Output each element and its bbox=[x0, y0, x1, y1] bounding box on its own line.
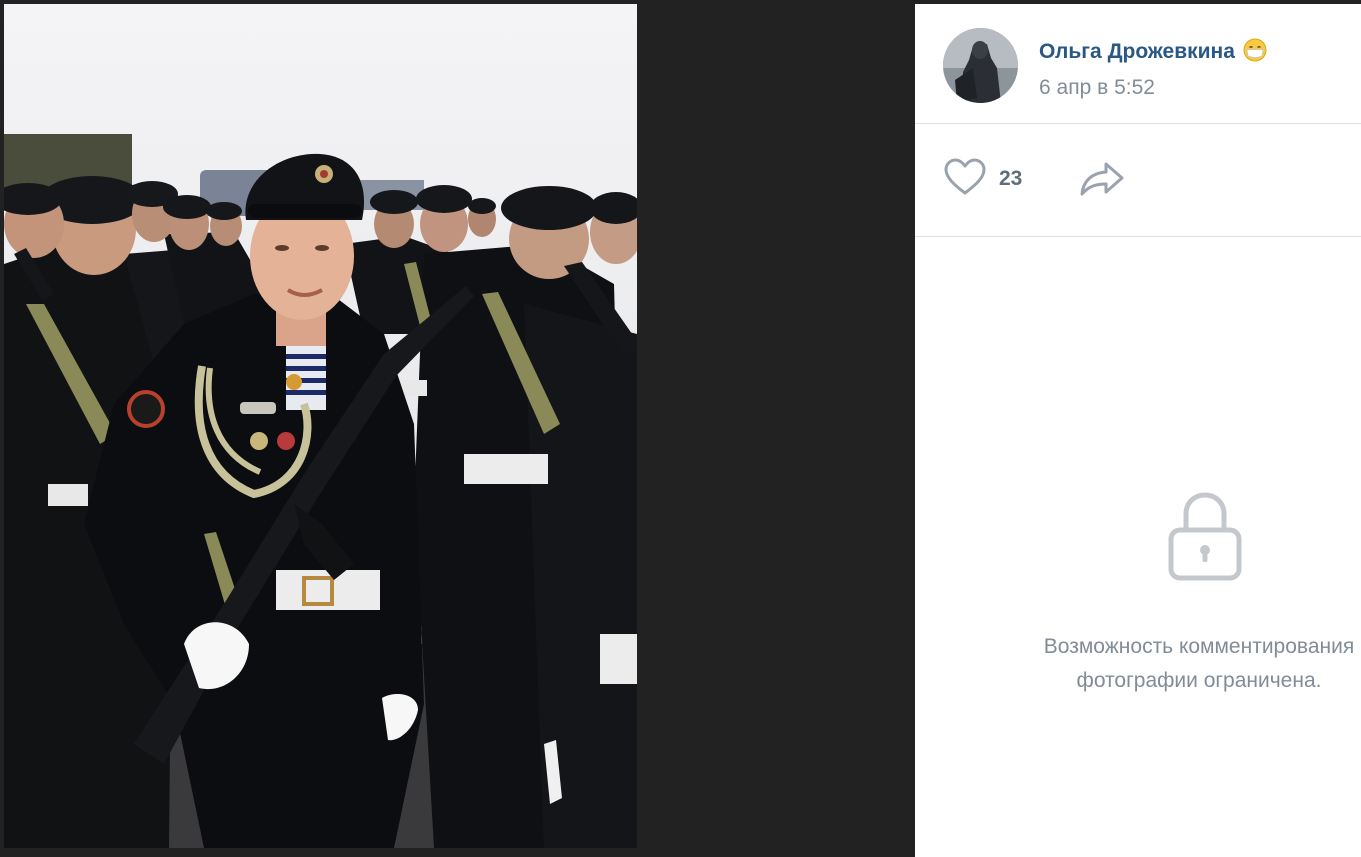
comments-restricted-line1: Возможность комментирования bbox=[1043, 635, 1355, 658]
author-avatar[interactable] bbox=[943, 28, 1018, 103]
post-header: Ольга Дрожевкина 6 апр в 5:52 bbox=[915, 4, 1361, 124]
viewer-frame-bottom bbox=[0, 848, 915, 857]
photo-sidebar: Ольга Дрожевкина 6 апр в 5:52 23 Возможн… bbox=[915, 4, 1361, 857]
like-count: 23 bbox=[999, 167, 1023, 190]
comments-restricted-line2: фотографии ограничена. bbox=[1076, 669, 1322, 692]
lock-icon bbox=[1166, 490, 1244, 582]
comments-restricted-message: Возможность комментирования фотографии о… bbox=[989, 630, 1361, 698]
photo[interactable] bbox=[4, 4, 637, 848]
share-button[interactable] bbox=[1079, 160, 1125, 198]
comments-area: Возможность комментирования фотографии о… bbox=[915, 237, 1361, 857]
mask-face-emoji-icon bbox=[1243, 38, 1267, 62]
share-arrow-icon bbox=[1079, 162, 1125, 202]
post-date[interactable]: 6 апр в 5:52 bbox=[1039, 76, 1155, 100]
author-name-link[interactable]: Ольга Дрожевкина bbox=[1039, 38, 1267, 64]
author-name-text: Ольга Дрожевкина bbox=[1039, 40, 1235, 63]
like-button[interactable]: 23 bbox=[943, 158, 1022, 200]
heart-icon bbox=[943, 157, 987, 202]
viewer-frame-left bbox=[0, 0, 4, 857]
post-actions: 23 bbox=[915, 124, 1361, 237]
